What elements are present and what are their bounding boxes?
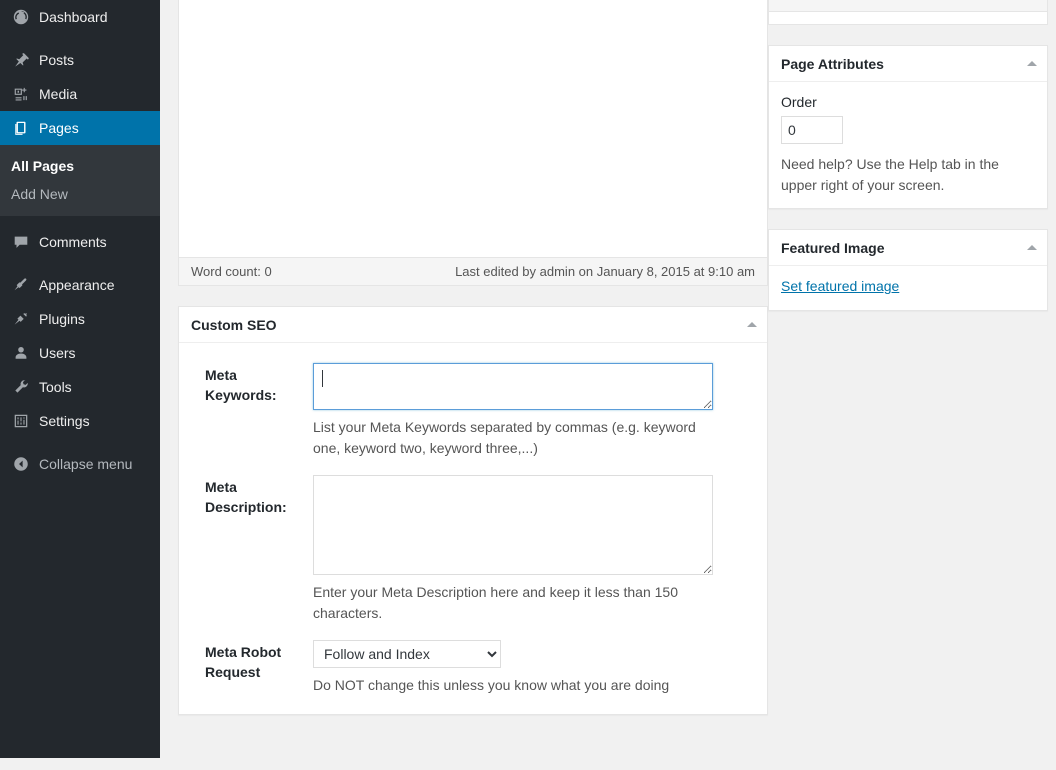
page-attributes-panel-body: Order Need help? Use the Help tab in the… <box>769 82 1047 208</box>
featured-image-panel-body: Set featured image <box>769 266 1047 310</box>
sidebar-item-label: Users <box>39 345 76 361</box>
submenu-item-all-pages[interactable]: All Pages <box>0 152 160 180</box>
post-body-content: Word count: 0 Last edited by admin on Ja… <box>178 0 768 715</box>
side-sortables-container: Update Page Attributes Order Need help? … <box>768 0 1048 311</box>
meta-keywords-field-wrap <box>313 363 713 410</box>
settings-sliders-icon <box>11 411 31 431</box>
triangle-up-icon[interactable] <box>1027 60 1037 66</box>
sidebar-item-comments[interactable]: Comments <box>0 225 160 259</box>
dashboard-icon <box>11 7 31 27</box>
page-attributes-panel-title: Page Attributes <box>781 55 884 72</box>
wp-body: Word count: 0 Last edited by admin on Ja… <box>160 0 1056 770</box>
sidebar-item-label: Dashboard <box>39 9 108 25</box>
meta-robot-label: Meta Robot Request <box>205 644 282 680</box>
plugin-plug-icon <box>11 309 31 329</box>
wrench-icon <box>11 377 31 397</box>
word-count-label: Word count: 0 <box>191 264 272 279</box>
user-icon <box>11 343 31 363</box>
submenu-item-label: Add New <box>11 186 68 202</box>
pin-icon <box>11 50 31 70</box>
page-icon <box>11 118 31 138</box>
sidebar-item-appearance[interactable]: Appearance <box>0 268 160 302</box>
collapse-arrow-icon <box>11 454 31 474</box>
page-attributes-panel-header[interactable]: Page Attributes <box>769 46 1047 82</box>
meta-robot-select[interactable]: Follow and Index <box>313 640 501 668</box>
sidebar-item-label: Plugins <box>39 311 85 327</box>
editor-content-area[interactable] <box>179 0 767 258</box>
custom-seo-panel-title: Custom SEO <box>191 316 277 333</box>
sidebar-item-label: Posts <box>39 52 75 68</box>
triangle-up-icon[interactable] <box>1027 244 1037 250</box>
sidebar-item-dashboard[interactable]: Dashboard <box>0 0 160 34</box>
submenu-item-add-new[interactable]: Add New <box>0 180 160 208</box>
meta-robot-row: Meta Robot Request Follow and Index Do N… <box>191 630 755 702</box>
sidebar-item-plugins[interactable]: Plugins <box>0 302 160 336</box>
featured-image-panel-title: Featured Image <box>781 239 885 256</box>
set-featured-image-link[interactable]: Set featured image <box>781 278 899 294</box>
media-icon <box>11 84 31 104</box>
featured-image-panel: Featured Image Set featured image <box>768 229 1048 311</box>
pages-submenu: All Pages Add New <box>0 145 160 216</box>
comment-icon <box>11 232 31 252</box>
custom-seo-panel-body: Meta Keywords: List your Meta Keywords s… <box>179 343 767 714</box>
featured-image-panel-header[interactable]: Featured Image <box>769 230 1047 266</box>
sidebar-item-label: Tools <box>39 379 72 395</box>
post-status-info-bar: Word count: 0 Last edited by admin on Ja… <box>179 257 767 285</box>
sidebar-item-posts[interactable]: Posts <box>0 43 160 77</box>
meta-description-input[interactable] <box>313 475 713 575</box>
custom-seo-panel: Custom SEO Meta Keywords: List your Meta… <box>178 306 768 715</box>
last-edited-label: Last edited by admin on January 8, 2015 … <box>455 264 755 279</box>
order-label: Order <box>781 94 817 110</box>
sidebar-item-label: Pages <box>39 120 79 136</box>
meta-description-row: Meta Description: Enter your Meta Descri… <box>191 465 755 630</box>
sidebar-item-users[interactable]: Users <box>0 336 160 370</box>
sidebar-item-label: Settings <box>39 413 90 429</box>
text-caret-icon <box>322 370 323 387</box>
submenu-item-label: All Pages <box>11 158 75 174</box>
page-order-input[interactable] <box>781 116 843 144</box>
publishing-actions-bar: Update <box>769 0 1047 12</box>
sidebar-item-label: Comments <box>39 234 107 250</box>
collapse-menu-button[interactable]: Collapse menu <box>0 447 160 481</box>
meta-description-label: Meta Description: <box>205 479 287 515</box>
custom-seo-panel-header[interactable]: Custom SEO <box>179 307 767 343</box>
page-attributes-help-text: Need help? Use the Help tab in the upper… <box>781 156 999 193</box>
sidebar-item-pages[interactable]: Pages <box>0 111 168 145</box>
collapse-menu-label: Collapse menu <box>39 456 133 472</box>
triangle-up-icon[interactable] <box>747 321 757 327</box>
meta-keywords-row: Meta Keywords: List your Meta Keywords s… <box>191 353 755 465</box>
meta-keywords-label: Meta Keywords: <box>205 367 277 403</box>
sidebar-item-tools[interactable]: Tools <box>0 370 160 404</box>
sidebar-item-settings[interactable]: Settings <box>0 404 160 438</box>
editor-container: Word count: 0 Last edited by admin on Ja… <box>178 0 768 286</box>
meta-robot-description: Do NOT change this unless you know what … <box>313 677 670 693</box>
admin-sidebar-menu: Dashboard Posts Media Pages All Pages Ad… <box>0 0 168 758</box>
meta-keywords-description: List your Meta Keywords separated by com… <box>313 419 696 456</box>
custom-seo-form-table: Meta Keywords: List your Meta Keywords s… <box>191 353 755 702</box>
sidebar-item-label: Media <box>39 86 78 102</box>
meta-description-description: Enter your Meta Description here and kee… <box>313 584 678 621</box>
meta-keywords-input[interactable] <box>313 363 713 410</box>
appearance-brush-icon <box>11 275 31 295</box>
page-attributes-panel: Page Attributes Order Need help? Use the… <box>768 45 1048 209</box>
publish-panel-partial: Update <box>768 0 1048 25</box>
sidebar-item-label: Appearance <box>39 277 115 293</box>
sidebar-item-media[interactable]: Media <box>0 77 160 111</box>
